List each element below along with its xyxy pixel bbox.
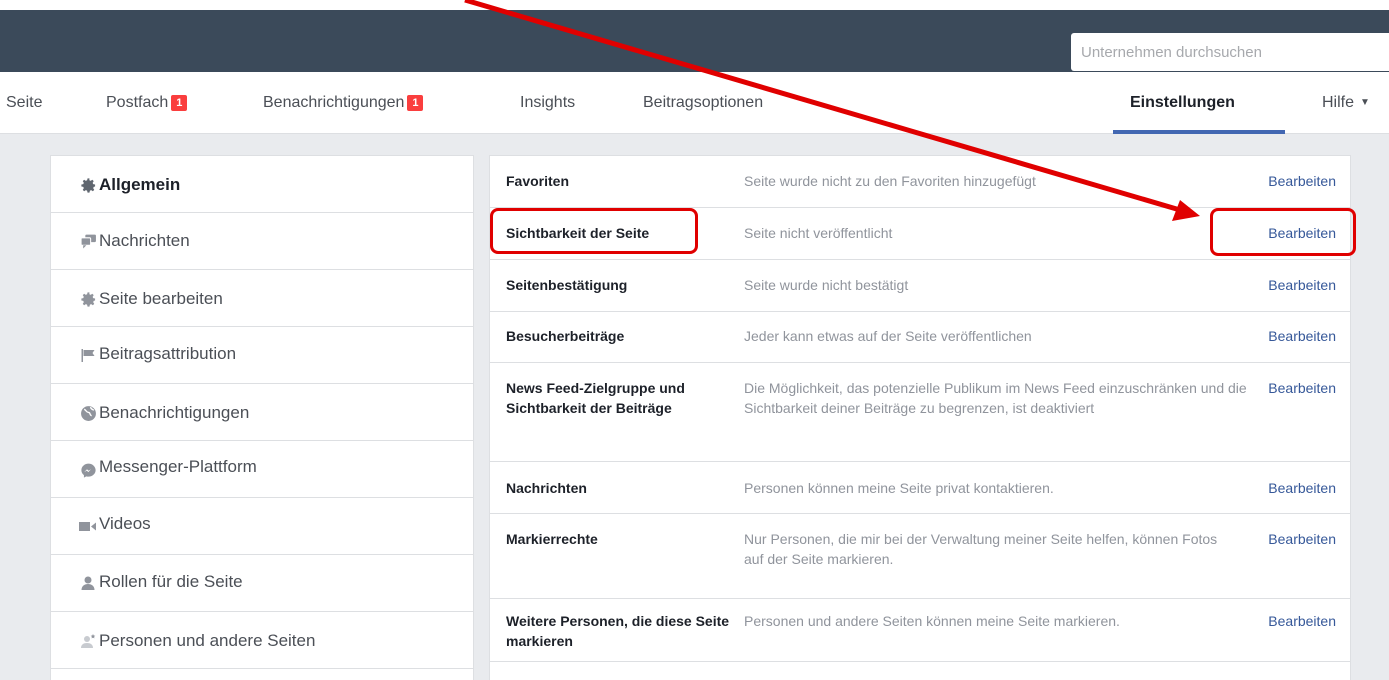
annotation-arrow-icon: [464, 0, 1200, 221]
